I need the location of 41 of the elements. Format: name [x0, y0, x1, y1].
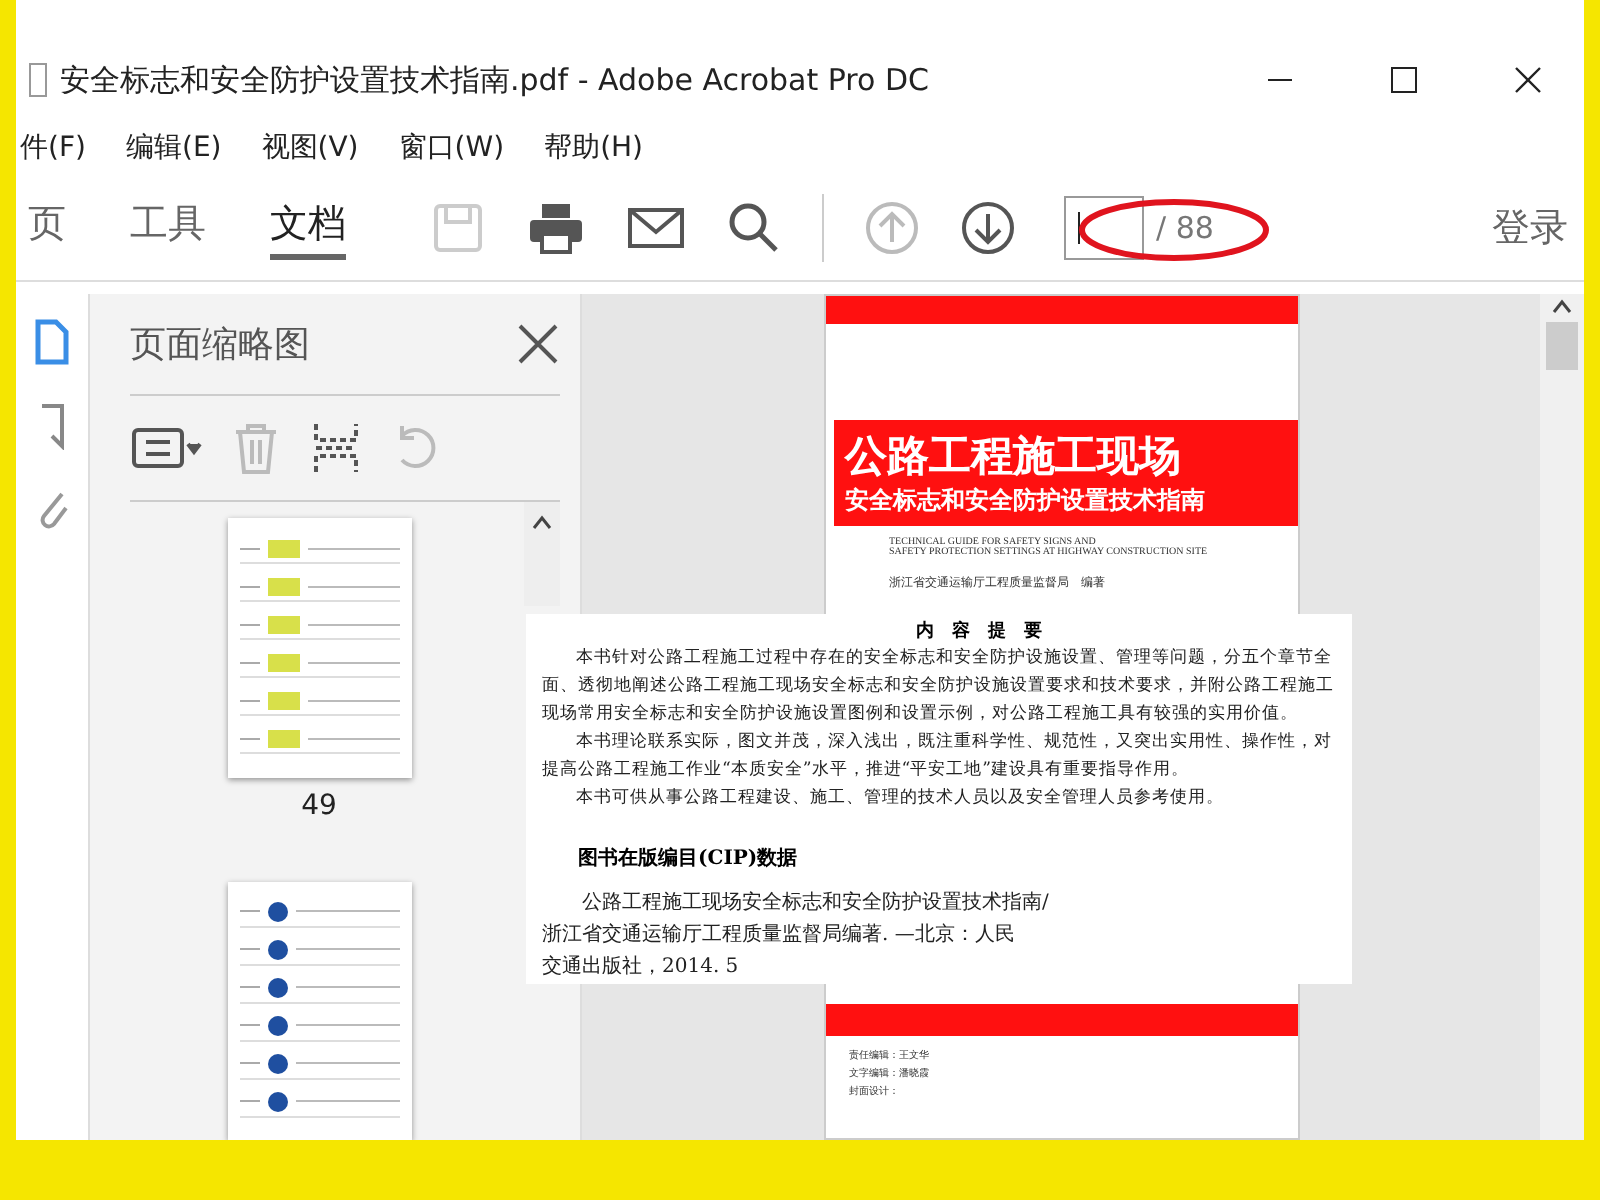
- panel-title: 页面缩略图: [130, 322, 312, 368]
- page-number-field[interactable]: [1064, 196, 1144, 260]
- book-title: 公路工程施工现场: [845, 428, 1183, 484]
- cip-line: 公路工程施工现场安全标志和安全防护设置技术指南/: [580, 889, 1051, 918]
- scrollbar[interactable]: [524, 502, 560, 606]
- menu-item[interactable]: 窗口(W): [398, 130, 505, 166]
- menu-item[interactable]: 件(F): [20, 130, 86, 166]
- scrollbar[interactable]: [1540, 294, 1584, 1140]
- scrollbar-thumb[interactable]: [1546, 322, 1578, 370]
- cip-line: 浙江省交通运输厅工程质量监督局编著. —北京：人民: [542, 921, 1017, 950]
- paragraph: 本书理论联系实际，图文并茂，深入浅出，既注重科学性、规范性，又突出实用性、操作性，对提高公路工程施工作业“本质安全”水平，推进“平安工地”建设具有重要指导作用。: [542, 729, 1335, 784]
- options-menu-icon[interactable]: [130, 424, 202, 472]
- window-title: 安全标志和安全防护设置技术指南.pdf - Adobe Acrobat Pro DC: [60, 61, 931, 99]
- close-icon[interactable]: [516, 322, 560, 366]
- document-icon: [28, 62, 48, 98]
- book-subtitle: 安全标志和安全防护设置技术指南: [845, 484, 1207, 518]
- menu-item[interactable]: 视图(V): [261, 130, 359, 166]
- sign-in-button[interactable]: 登录: [1480, 200, 1580, 256]
- menu-item[interactable]: 帮助(H): [544, 130, 644, 166]
- envelope-icon[interactable]: [626, 204, 686, 252]
- close-icon[interactable]: [1514, 66, 1542, 94]
- paragraph: 本书可供从事公路工程建设、施工、管理的技术人员以及安全管理人员参考使用。: [574, 785, 1227, 812]
- page-thumbnail[interactable]: [227, 518, 411, 777]
- page-number: 49: [301, 789, 337, 821]
- cip-line: 交通出版社，2014. 5: [542, 953, 741, 982]
- paragraph: 本书针对公路工程施工过程中存在的安全标志和安全防护设施设置、管理等问题，分五个章节全面、透彻地阐述公路工程施工现场安全标志和安全防护设施设置要求和技术要求，并附公路工程施工现场常用安全标志和安全防护设施设置图例和设置示例，对公路工程施工具有较强的实用价值。: [542, 645, 1336, 728]
- toolbar-tab[interactable]: 工具: [130, 197, 206, 259]
- page-count: / 88: [1156, 210, 1214, 246]
- chevron-up-icon[interactable]: [1552, 298, 1572, 314]
- search-icon[interactable]: [726, 200, 782, 256]
- maximize-icon[interactable]: [1390, 66, 1418, 94]
- cip-heading: 图书在版编目(CIP)数据: [578, 845, 800, 872]
- page-icon[interactable]: [32, 318, 72, 366]
- chevron-up-icon[interactable]: [532, 514, 552, 530]
- bookmark-icon[interactable]: [36, 402, 68, 450]
- toolbar-tab[interactable]: 文档: [270, 197, 346, 259]
- section-heading: 内 容 提 要: [916, 618, 1042, 644]
- printer-icon[interactable]: [526, 200, 586, 256]
- toolbar-tab[interactable]: 页: [28, 197, 66, 259]
- menu-item[interactable]: 编辑(E): [125, 130, 222, 166]
- page-thumbnail[interactable]: [227, 881, 411, 1140]
